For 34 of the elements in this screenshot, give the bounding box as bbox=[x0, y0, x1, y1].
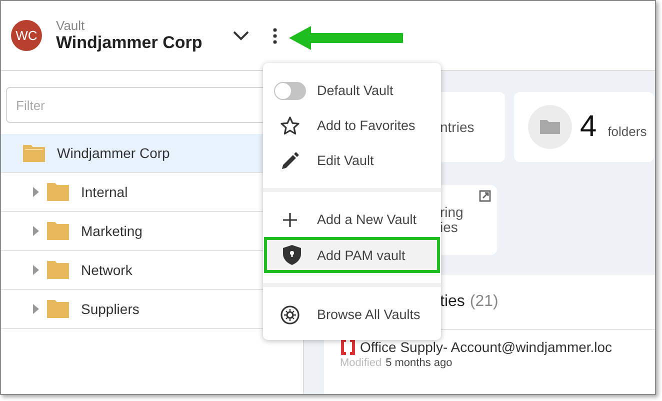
folder-icon bbox=[47, 300, 69, 318]
chevron-down-icon[interactable] bbox=[233, 30, 249, 40]
plus-icon bbox=[282, 212, 298, 228]
modified-label: Modified bbox=[340, 357, 382, 369]
folder-count: 4 bbox=[580, 110, 597, 144]
shield-icon bbox=[283, 245, 301, 265]
vault-label: Vault bbox=[56, 18, 86, 33]
folder-icon bbox=[47, 222, 69, 240]
folder-icon bbox=[528, 105, 572, 149]
star-icon bbox=[280, 116, 300, 136]
folder-icon bbox=[47, 261, 69, 279]
gear-icon bbox=[280, 304, 300, 324]
list-title: ties bbox=[440, 293, 465, 311]
avatar: WC bbox=[11, 20, 42, 51]
external-link-icon[interactable] bbox=[479, 190, 491, 202]
toggle-switch[interactable] bbox=[274, 82, 306, 100]
expand-icon[interactable] bbox=[33, 226, 39, 236]
card-label: ring ies bbox=[440, 205, 464, 235]
card-label: folders bbox=[608, 122, 647, 138]
more-icon[interactable] bbox=[273, 28, 277, 44]
expand-icon[interactable] bbox=[33, 304, 39, 314]
menu-item[interactable]: Add PAM vault bbox=[264, 237, 440, 273]
vault-title: Windjammer Corp bbox=[56, 33, 204, 53]
entry-icon bbox=[340, 339, 356, 355]
entry-title[interactable]: Office Supply- Account@windjammer.loc bbox=[360, 339, 612, 355]
expand-icon[interactable] bbox=[33, 265, 39, 275]
expand-icon[interactable] bbox=[33, 187, 39, 197]
folder-icon bbox=[23, 144, 45, 162]
list-count: (21) bbox=[470, 293, 498, 311]
card-label: ntries bbox=[440, 119, 474, 135]
pencil-icon bbox=[281, 152, 299, 170]
folders-card[interactable]: 4 folders bbox=[514, 92, 654, 162]
folder-icon bbox=[47, 183, 69, 201]
modified-time: 5 months ago bbox=[386, 357, 452, 369]
